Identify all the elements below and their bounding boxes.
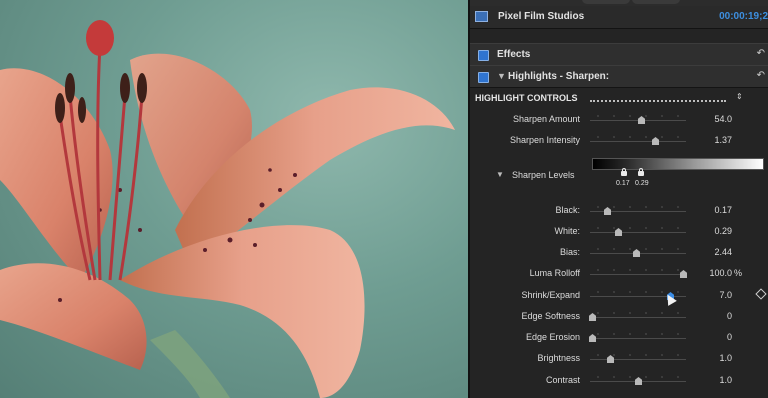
percent-unit: %: [734, 268, 743, 278]
slider-value[interactable]: 1.0: [719, 375, 732, 385]
slider-value[interactable]: 1.37: [714, 135, 732, 145]
disclosure-triangle-icon[interactable]: ▼: [497, 71, 506, 81]
slider-label: Shrink/Expand: [521, 290, 580, 300]
video-viewer[interactable]: [0, 0, 468, 398]
slider-knob[interactable]: [589, 334, 596, 342]
video-tab-pill[interactable]: [582, 0, 630, 4]
slider-value[interactable]: 100.0: [709, 268, 732, 278]
slider-track[interactable]: [590, 359, 686, 360]
slider-knob[interactable]: [652, 137, 659, 145]
slider-label: White:: [554, 226, 580, 236]
slider-knob[interactable]: [635, 377, 642, 385]
slider-value[interactable]: 0: [727, 311, 732, 321]
slider-label: Black:: [555, 205, 580, 215]
slider-knob[interactable]: [638, 116, 645, 124]
slider-label: Luma Rolloff: [529, 268, 580, 278]
sharpen-levels-label: Sharpen Levels: [512, 170, 575, 180]
slider-ticks: [590, 269, 686, 271]
slider-ticks: [590, 248, 686, 250]
slider-ticks: [590, 206, 686, 208]
lock-icon[interactable]: [621, 168, 627, 176]
slider-label: Sharpen Amount: [512, 114, 580, 124]
slider-knob[interactable]: [604, 207, 611, 215]
sharpen-low-value: 0.17: [616, 180, 630, 187]
slider-track[interactable]: [590, 274, 686, 275]
reset-highlights-icon[interactable]: ↶: [757, 70, 765, 81]
sharpen-high-value: 0.29: [635, 180, 649, 187]
slider-knob[interactable]: [589, 313, 596, 321]
slider-ticks: [590, 227, 686, 229]
slider-ticks: [590, 115, 686, 117]
lily-flower-image: [0, 20, 455, 398]
inspector-title-bar: Pixel Film Studios 00:00:19;2: [470, 6, 768, 29]
effects-enable-checkbox[interactable]: [478, 50, 489, 61]
slider-knob[interactable]: [615, 228, 622, 236]
effects-label: Effects: [497, 49, 531, 60]
timecode: 00:00:19;2: [719, 11, 768, 22]
slider-ticks: [590, 136, 686, 138]
slider-label: Edge Softness: [521, 311, 580, 321]
effects-inspector: Pixel Film Studios 00:00:19;2 Effects ↶ …: [468, 0, 768, 398]
slider-ticks: [590, 354, 686, 356]
slider-value[interactable]: 1.0: [719, 353, 732, 363]
slider-knob[interactable]: [607, 355, 614, 363]
slider-row-black: Black: 0.17: [470, 202, 768, 220]
slider-row-edge-softness: Edge Softness 0: [470, 308, 768, 326]
slider-value[interactable]: 0.17: [714, 205, 732, 215]
clip-title: Pixel Film Studios: [498, 11, 585, 22]
lock-icon[interactable]: [638, 168, 644, 176]
slider-label: Bias:: [559, 247, 580, 257]
slider-row-brightness: Brightness 1.0: [470, 350, 768, 368]
film-strip-icon: [475, 11, 488, 22]
highlight-controls-label: HIGHLIGHT CONTROLS: [475, 93, 578, 103]
slider-label: Contrast: [545, 375, 580, 385]
slider-track[interactable]: [590, 317, 686, 318]
slider-row-shrink-expand: Shrink/Expand 7.0: [470, 287, 768, 305]
slider-value[interactable]: 54.0: [714, 114, 732, 124]
slider-track[interactable]: [590, 232, 686, 233]
slider-row-white: White: 0.29: [470, 223, 768, 241]
slider-label: Sharpen Intensity: [509, 135, 580, 145]
slider-value[interactable]: 0: [727, 332, 732, 342]
slider-value[interactable]: 2.44: [714, 247, 732, 257]
slider-track[interactable]: [590, 141, 686, 142]
slider-row-edge-erosion: Edge Erosion 0: [470, 329, 768, 347]
popup-arrows-icon[interactable]: ⇕: [736, 92, 743, 101]
keyframe-diamond-icon[interactable]: [755, 288, 767, 300]
slider-knob[interactable]: [680, 270, 687, 278]
slider-ticks: [590, 333, 686, 335]
slider-row-contrast: Contrast 1.0: [470, 372, 768, 390]
slider-row-bias: Bias: 2.44: [470, 244, 768, 262]
slider-row-luma-rolloff: Luma Rolloff 100.0 %: [470, 265, 768, 283]
slider-ticks: [590, 312, 686, 314]
effects-section-header[interactable]: Effects ↶: [470, 43, 768, 66]
slider-label: Edge Erosion: [525, 332, 580, 342]
slider-row-sharpen-amount: Sharpen Amount 54.0: [470, 111, 768, 129]
slider-value[interactable]: 7.0: [719, 290, 732, 300]
reset-effects-icon[interactable]: ↶: [757, 48, 765, 59]
slider-label: Brightness: [537, 353, 580, 363]
disclosure-triangle-icon[interactable]: ▼: [496, 170, 504, 179]
slider-track[interactable]: [590, 338, 686, 339]
slider-row-sharpen-intensity: Sharpen Intensity 1.37: [470, 132, 768, 150]
highlights-label: Highlights - Sharpen:: [508, 71, 610, 82]
slider-value[interactable]: 0.29: [714, 226, 732, 236]
highlights-sharpen-header[interactable]: ▼ Highlights - Sharpen: ↶: [470, 65, 768, 88]
info-tab-pill[interactable]: [632, 0, 680, 4]
highlight-controls-popup[interactable]: [590, 100, 726, 102]
highlights-enable-checkbox[interactable]: [478, 72, 489, 83]
slider-knob[interactable]: [633, 249, 640, 257]
